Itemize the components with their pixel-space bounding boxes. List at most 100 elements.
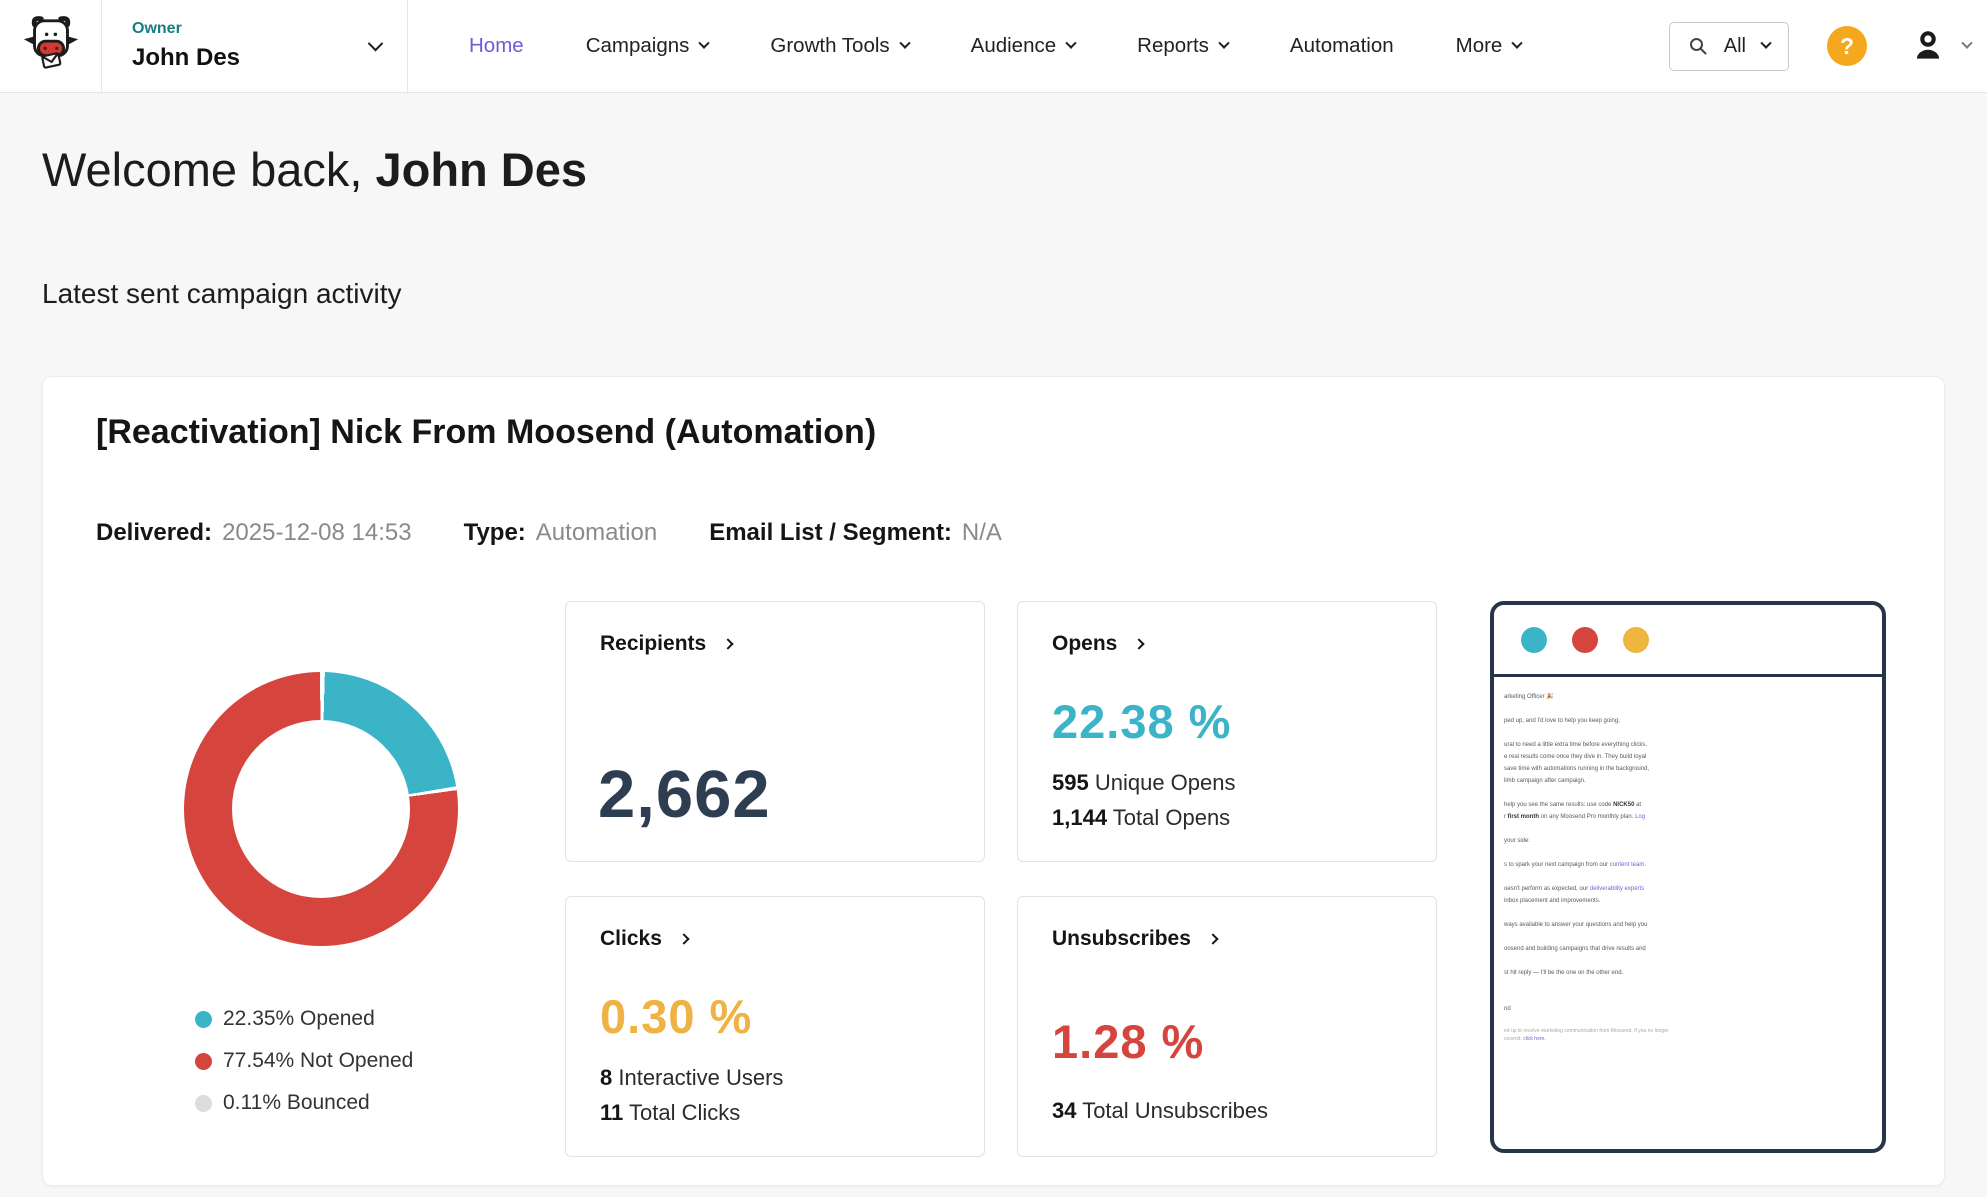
meta-value: 2025-12-08 14:53 (222, 519, 412, 546)
clicks-link[interactable]: Clicks (600, 927, 688, 951)
opens-rate: 22.38 % (1052, 694, 1231, 749)
stat-line: 595 Unique Opens (1052, 765, 1235, 800)
campaign-title: [Reactivation] Nick From Moosend (Automa… (96, 413, 876, 452)
nav-item-label: Reports (1137, 34, 1209, 58)
chevron-right-icon (678, 933, 689, 944)
nav-item[interactable]: Campaigns (555, 34, 740, 58)
meta-item: Delivered: 2025-12-08 14:53 (96, 519, 412, 547)
section-label: Latest sent campaign activity (42, 278, 1945, 310)
clicks-title: Clicks (600, 927, 662, 951)
email-preview-header (1494, 605, 1882, 677)
legend-label: 0.11% Bounced (223, 1091, 370, 1115)
meta-label: Delivered: (96, 519, 212, 546)
unsubscribes-card: Unsubscribes 1.28 % 34 Total Unsubscribe… (1017, 896, 1437, 1157)
stats-grid: Recipients 2,662 Opens 22.38 % 595 Uniqu… (565, 601, 1437, 1157)
clicks-rate: 0.30 % (600, 989, 752, 1044)
chevron-down-icon (1760, 38, 1771, 49)
meta-label: Type: (464, 519, 526, 546)
clicks-detail-lines: 8 Interactive Users 11 Total Clicks (600, 1060, 783, 1130)
meta-value: Automation (536, 519, 657, 546)
recipients-title: Recipients (600, 632, 706, 656)
nav-item-label: Campaigns (586, 34, 690, 58)
page-title: Welcome back, John Des (42, 139, 1945, 200)
chevron-down-icon (1512, 38, 1523, 49)
legend-dot-icon (195, 1011, 212, 1028)
chevron-down-icon (1218, 38, 1229, 49)
stat-line: 1,144 Total Opens (1052, 800, 1235, 835)
nav-item-label: Growth Tools (770, 34, 889, 58)
chevron-right-icon (1207, 933, 1218, 944)
chevron-down-icon (899, 38, 910, 49)
moosend-cow-logo-icon (20, 15, 82, 77)
legend-row: 22.35% Opened (195, 1007, 413, 1031)
campaign-card: [Reactivation] Nick From Moosend (Automa… (42, 376, 1945, 1186)
campaign-meta: Delivered: 2025-12-08 14:53 Type: Automati… (96, 519, 1002, 547)
opens-title: Opens (1052, 632, 1117, 656)
meta-value: N/A (962, 519, 1002, 546)
nav-item-label: Automation (1290, 34, 1394, 58)
email-preview-body: arketing Officer 🎉 ped up, and I'd love … (1494, 677, 1882, 1043)
stat-line: 34 Total Unsubscribes (1052, 1093, 1268, 1128)
donut-legend: 22.35% Opened 77.54% Not Opened 0.11% Bo… (195, 1007, 413, 1115)
stat-line: 11 Total Clicks (600, 1095, 783, 1130)
window-dot-icon (1623, 627, 1649, 653)
brand-logo[interactable] (0, 0, 102, 92)
chevron-down-icon (699, 38, 710, 49)
opens-detail-lines: 595 Unique Opens 1,144 Total Opens (1052, 765, 1235, 835)
legend-row: 0.11% Bounced (195, 1091, 413, 1115)
chevron-right-icon (723, 638, 734, 649)
recipients-card: Recipients 2,662 (565, 601, 985, 862)
unsubscribes-title: Unsubscribes (1052, 927, 1191, 951)
nav-item-label: Home (469, 34, 524, 58)
unsubscribes-link[interactable]: Unsubscribes (1052, 927, 1217, 951)
email-preview-thumbnail[interactable]: arketing Officer 🎉 ped up, and I'd love … (1490, 601, 1886, 1153)
unsubscribes-rate: 1.28 % (1052, 1014, 1204, 1069)
nav-item-label: More (1456, 34, 1503, 58)
recipients-value: 2,662 (598, 756, 771, 833)
opens-card: Opens 22.38 % 595 Unique Opens 1,144 Tot… (1017, 601, 1437, 862)
user-icon (1909, 27, 1947, 65)
help-button[interactable]: ? (1827, 26, 1867, 66)
greeting-prefix: Welcome back, (42, 143, 375, 196)
unsubscribes-detail-lines: 34 Total Unsubscribes (1052, 1093, 1268, 1128)
clicks-card: Clicks 0.30 % 8 Interactive Users 11 Tot… (565, 896, 985, 1157)
nav-item[interactable]: Growth Tools (739, 34, 939, 58)
nav-item-label: Audience (971, 34, 1056, 58)
nav-item[interactable]: Home (438, 34, 555, 58)
nav-item[interactable]: More (1425, 34, 1553, 58)
stat-line: 8 Interactive Users (600, 1060, 783, 1095)
legend-label: 22.35% Opened (223, 1007, 375, 1031)
legend-dot-icon (195, 1095, 212, 1112)
nav-item[interactable]: Reports (1106, 34, 1259, 58)
main-nav: Home Campaigns Growth Tools Audience Rep… (438, 34, 1552, 58)
meta-item: Type: Automation (464, 519, 658, 547)
search-scope-select[interactable]: All (1724, 35, 1746, 58)
legend-row: 77.54% Not Opened (195, 1049, 413, 1073)
meta-item: Email List / Segment: N/A (709, 519, 1002, 547)
account-role-label: Owner (132, 20, 240, 38)
window-dot-icon (1572, 627, 1598, 653)
chevron-down-icon (1065, 38, 1076, 49)
chevron-down-icon (1961, 38, 1972, 49)
welcome-section: Welcome back, John Des Latest sent campa… (0, 93, 1987, 310)
legend-dot-icon (195, 1053, 212, 1070)
chevron-down-icon (368, 35, 384, 51)
meta-label: Email List / Segment: (709, 519, 952, 546)
account-switcher[interactable]: Owner John Des (102, 0, 408, 92)
donut-hole (232, 720, 410, 898)
opens-link[interactable]: Opens (1052, 632, 1143, 656)
nav-item[interactable]: Automation (1259, 34, 1425, 58)
account-name: John Des (132, 44, 240, 72)
greeting-user-name: John Des (375, 143, 587, 196)
user-menu[interactable] (1909, 27, 1971, 65)
donut-chart (184, 672, 458, 946)
legend-label: 77.54% Not Opened (223, 1049, 413, 1073)
account-switcher-text: Owner John Des (132, 20, 240, 72)
chevron-right-icon (1134, 638, 1145, 649)
nav-item[interactable]: Audience (940, 34, 1106, 58)
top-nav: Owner John Des Home Campaigns Growth Too… (0, 0, 1987, 93)
recipients-link[interactable]: Recipients (600, 632, 732, 656)
search-box[interactable]: All (1669, 22, 1789, 71)
search-icon (1688, 36, 1708, 56)
window-dot-icon (1521, 627, 1547, 653)
